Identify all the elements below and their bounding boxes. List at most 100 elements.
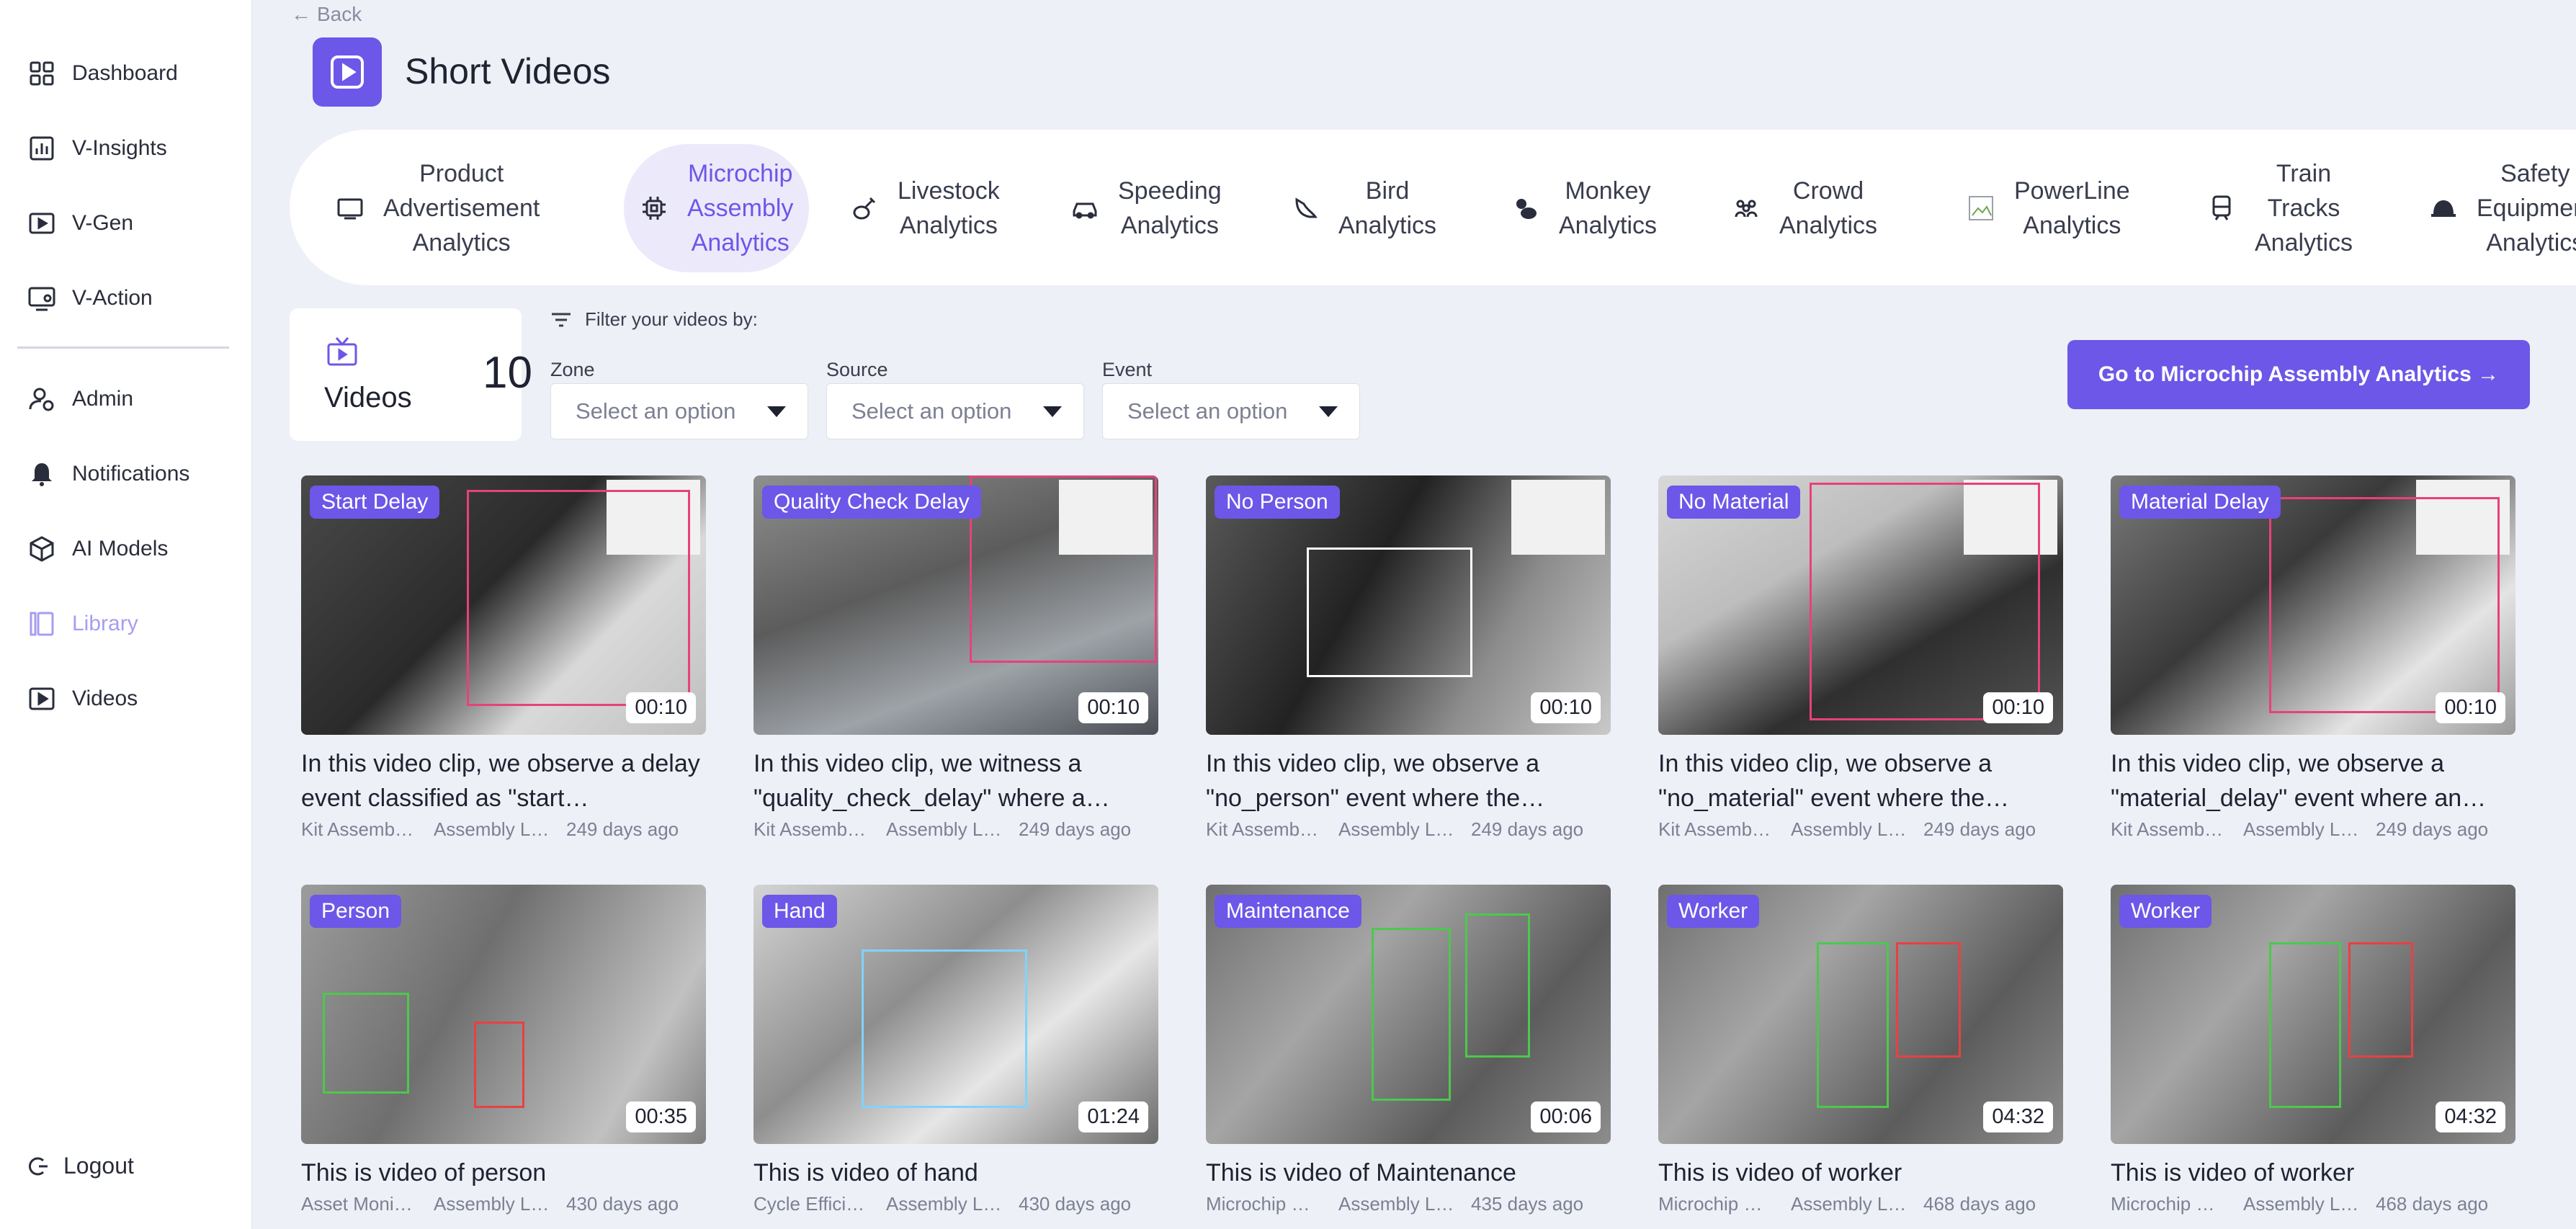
- tab-bird[interactable]: Bird Analytics: [1275, 144, 1452, 272]
- video-age: 468 days ago: [1923, 1193, 2036, 1215]
- video-thumbnail[interactable]: Hand 01:24: [753, 885, 1158, 1144]
- video-thumbnail[interactable]: Quality Check Delay 00:10: [753, 475, 1158, 735]
- detection-box: [862, 949, 1027, 1108]
- tab-monkey[interactable]: Monkey Analytics: [1495, 144, 1673, 272]
- tv-icon: [337, 198, 363, 220]
- sidebar-item-v-action[interactable]: V-Action: [27, 277, 153, 320]
- sidebar-item-ai-models[interactable]: AI Models: [27, 527, 168, 571]
- video-age: 249 days ago: [566, 818, 679, 840]
- video-description: This is video of Maintenance: [1206, 1159, 1516, 1186]
- tab-livestock[interactable]: Livestock Analytics: [834, 144, 1016, 272]
- source-select[interactable]: Select an option: [826, 383, 1084, 439]
- video-card[interactable]: Material Delay 00:10 In this video clip,…: [2111, 475, 2515, 841]
- sidebar-item-v-gen[interactable]: V-Gen: [27, 202, 133, 245]
- event-select[interactable]: Select an option: [1102, 383, 1360, 439]
- detection-box: [1465, 913, 1530, 1058]
- video-description: This is video of worker: [2111, 1159, 2355, 1186]
- video-description: This is video of hand: [753, 1159, 978, 1186]
- zone-filter-label: Zone: [550, 359, 595, 380]
- video-card[interactable]: No Material 00:10 In this video clip, we…: [1658, 475, 2063, 841]
- tab-label: Livestock Analytics: [898, 177, 1000, 239]
- duration-badge: 00:10: [1983, 692, 2053, 723]
- video-source: Assembly L…: [434, 818, 550, 840]
- video-thumbnail[interactable]: Person 00:35: [301, 885, 706, 1144]
- video-age: 249 days ago: [2376, 818, 2489, 840]
- video-card[interactable]: Maintenance 00:06 This is video of Maint…: [1206, 885, 1611, 1215]
- sidebar-item-label: Dashboard: [72, 61, 178, 85]
- video-description: In this video clip, we observe a "materi…: [2111, 750, 2487, 812]
- video-thumbnail[interactable]: Material Delay 00:10: [2111, 475, 2515, 735]
- video-thumbnail[interactable]: Worker 04:32: [1658, 885, 2063, 1144]
- duration-badge: 00:10: [626, 692, 696, 723]
- video-zone: Microchip …: [1206, 1193, 1310, 1215]
- event-badge: No Person: [1215, 486, 1340, 519]
- thumbnail-overlay: [1511, 480, 1605, 555]
- video-thumbnail[interactable]: Start Delay 00:10: [301, 475, 706, 735]
- video-age: 249 days ago: [1471, 818, 1584, 840]
- source-filter-label: Source: [826, 359, 888, 380]
- helmet-icon: [2431, 200, 2456, 217]
- logout-button[interactable]: Logout: [27, 1153, 134, 1179]
- page-title: Short Videos: [405, 51, 611, 91]
- detection-box: [2348, 942, 2413, 1058]
- admin-icon: [29, 388, 54, 411]
- video-description: In this video clip, we witness a "qualit…: [753, 750, 1110, 812]
- library-icon: [30, 612, 54, 636]
- sidebar-item-library[interactable]: Library: [27, 602, 138, 645]
- tab-powerline[interactable]: PowerLine Analytics: [1951, 144, 2146, 272]
- detection-box: [1372, 928, 1451, 1101]
- sidebar-item-admin[interactable]: Admin: [27, 377, 133, 421]
- cube-icon: [30, 536, 54, 562]
- video-thumbnail[interactable]: Worker 04:32: [2111, 885, 2515, 1144]
- video-card[interactable]: Person 00:35 This is video of person Ass…: [301, 885, 706, 1215]
- event-badge: Worker: [2119, 895, 2212, 928]
- sidebar: Dashboard V-Insights V-Gen V-Action Admi…: [0, 0, 252, 1229]
- video-meta: Kit Assemb… Assembly L… 249 days ago: [1658, 818, 2063, 841]
- logout-label: Logout: [63, 1153, 134, 1179]
- back-link[interactable]: ← Back: [291, 3, 362, 26]
- detection-box: [474, 1022, 524, 1108]
- video-card[interactable]: No Person 00:10 In this video clip, we o…: [1206, 475, 1611, 841]
- video-gen-icon: [29, 213, 55, 234]
- video-thumbnail[interactable]: Maintenance 00:06: [1206, 885, 1611, 1144]
- monkey-icon: [1516, 199, 1537, 219]
- video-card[interactable]: Start Delay 00:10 In this video clip, we…: [301, 475, 706, 841]
- video-meta: Kit Assemb… Assembly L… 249 days ago: [753, 818, 1158, 841]
- sidebar-item-videos[interactable]: Videos: [27, 677, 138, 720]
- go-to-analytics-button[interactable]: Go to Microchip Assembly Analytics →: [2067, 340, 2530, 409]
- video-card[interactable]: Worker 04:32 This is video of worker Mic…: [1658, 885, 2063, 1215]
- sidebar-item-label: Videos: [72, 687, 138, 710]
- video-card[interactable]: Quality Check Delay 00:10 In this video …: [753, 475, 1158, 841]
- video-age: 430 days ago: [1019, 1193, 1132, 1215]
- video-thumbnail[interactable]: No Material 00:10: [1658, 475, 2063, 735]
- tab-label: Crowd Analytics: [1779, 177, 1878, 239]
- chip-icon: [643, 197, 666, 220]
- duration-badge: 00:10: [1531, 692, 1601, 723]
- video-source: Assembly L…: [2243, 818, 2359, 840]
- tab-product-advertisement[interactable]: Product Advertisement Analytics: [320, 144, 555, 272]
- sidebar-item-notifications[interactable]: Notifications: [27, 452, 189, 496]
- event-badge: No Material: [1667, 486, 1801, 519]
- video-zone: Kit Assemb…: [301, 818, 414, 840]
- tab-microchip-assembly[interactable]: Microchip Assembly Analytics: [624, 144, 810, 272]
- videos-count-card: Videos 10: [290, 308, 532, 441]
- zone-select[interactable]: Select an option: [550, 383, 808, 439]
- video-age: 249 days ago: [1019, 818, 1132, 840]
- go-to-analytics-label: Go to Microchip Assembly Analytics →: [2098, 362, 2500, 386]
- source-select-value: Select an option: [851, 398, 1012, 424]
- tab-speeding[interactable]: Speeding Analytics: [1055, 144, 1238, 272]
- tab-safety-equipment[interactable]: Safety Equipment Analytics: [2413, 144, 2576, 272]
- tab-crowd[interactable]: Crowd Analytics: [1716, 144, 1893, 272]
- sidebar-item-label: Admin: [72, 387, 134, 411]
- video-card[interactable]: Hand 01:24 This is video of hand Cycle E…: [753, 885, 1158, 1215]
- sidebar-item-v-insights[interactable]: V-Insights: [27, 127, 167, 170]
- video-thumbnail[interactable]: No Person 00:10: [1206, 475, 1611, 735]
- tab-label: Speeding Analytics: [1118, 177, 1222, 239]
- sidebar-item-dashboard[interactable]: Dashboard: [27, 52, 178, 95]
- tv-retro-icon: [327, 337, 357, 366]
- tab-train-tracks[interactable]: Train Tracks Analytics: [2191, 144, 2369, 272]
- duration-badge: 00:06: [1531, 1101, 1601, 1132]
- filter-title-text: Filter your videos by:: [585, 308, 758, 330]
- video-card[interactable]: Worker 04:32 This is video of worker Mic…: [2111, 885, 2515, 1215]
- sidebar-item-label: V-Insights: [72, 136, 167, 160]
